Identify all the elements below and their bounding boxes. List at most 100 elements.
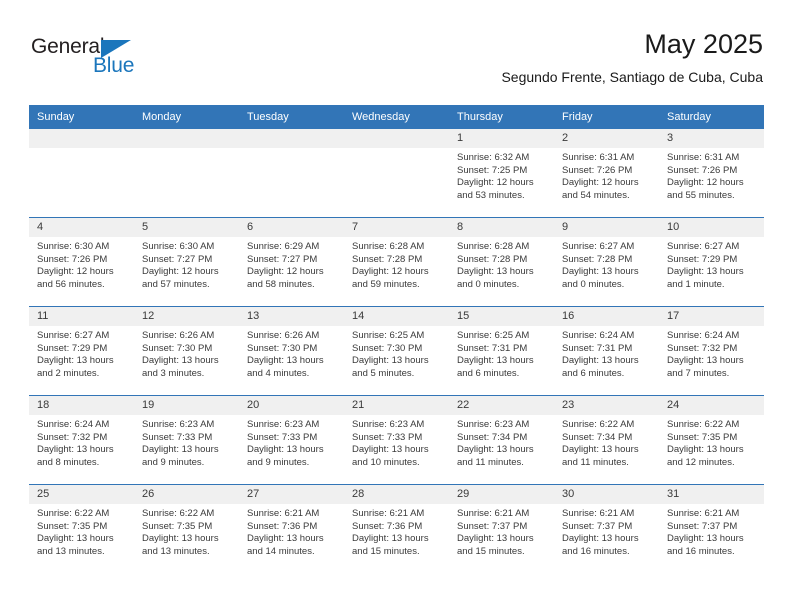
- day-cell[interactable]: 25 Sunrise: 6:22 AM Sunset: 7:35 PM Dayl…: [29, 484, 134, 573]
- weekday-header-thursday: Thursday: [449, 105, 554, 129]
- day-number: 2: [554, 129, 659, 148]
- sunset-text: Sunset: 7:32 PM: [37, 431, 108, 443]
- sunrise-text: Sunrise: 6:30 AM: [37, 241, 110, 252]
- sunset-text: Sunset: 7:37 PM: [457, 520, 528, 532]
- daylight-text-line1: Daylight: 13 hours: [667, 533, 744, 545]
- day-cell[interactable]: 28 Sunrise: 6:21 AM Sunset: 7:36 PM Dayl…: [344, 484, 449, 573]
- day-cell[interactable]: [29, 129, 134, 218]
- sunrise-text: Sunrise: 6:22 AM: [37, 508, 110, 519]
- sunset-text: Sunset: 7:35 PM: [37, 520, 108, 532]
- daylight-text-line1: Daylight: 13 hours: [37, 355, 114, 367]
- daylight-text-line1: Daylight: 13 hours: [562, 355, 639, 367]
- day-cell[interactable]: 21 Sunrise: 6:23 AM Sunset: 7:33 PM Dayl…: [344, 395, 449, 485]
- day-cell[interactable]: 18 Sunrise: 6:24 AM Sunset: 7:32 PM Dayl…: [29, 395, 134, 485]
- sunrise-text: Sunrise: 6:26 AM: [247, 330, 320, 341]
- sunset-text: Sunset: 7:30 PM: [142, 342, 213, 354]
- day-cell[interactable]: [134, 129, 239, 218]
- day-cell[interactable]: 29 Sunrise: 6:21 AM Sunset: 7:37 PM Dayl…: [449, 484, 554, 573]
- day-number: 17: [659, 307, 764, 326]
- sunrise-text: Sunrise: 6:24 AM: [667, 330, 740, 341]
- daylight-text-line2: and 57 minutes.: [142, 278, 210, 290]
- day-cell[interactable]: 11 Sunrise: 6:27 AM Sunset: 7:29 PM Dayl…: [29, 306, 134, 396]
- sunrise-text: Sunrise: 6:21 AM: [667, 508, 740, 519]
- sunrise-text: Sunrise: 6:23 AM: [247, 419, 320, 430]
- day-number: 23: [554, 396, 659, 415]
- calendar-page: General Blue May 2025 Segundo Frente, Sa…: [0, 0, 792, 612]
- day-info: Sunrise: 6:26 AM Sunset: 7:30 PM Dayligh…: [239, 326, 344, 380]
- day-cell[interactable]: 17 Sunrise: 6:24 AM Sunset: 7:32 PM Dayl…: [659, 306, 764, 396]
- daylight-text-line2: and 5 minutes.: [352, 367, 415, 379]
- day-cell[interactable]: [239, 129, 344, 218]
- day-cell[interactable]: 8 Sunrise: 6:28 AM Sunset: 7:28 PM Dayli…: [449, 217, 554, 307]
- day-cell[interactable]: 24 Sunrise: 6:22 AM Sunset: 7:35 PM Dayl…: [659, 395, 764, 485]
- page-subtitle: Segundo Frente, Santiago de Cuba, Cuba: [501, 69, 763, 85]
- title-block: May 2025 Segundo Frente, Santiago de Cub…: [501, 28, 763, 86]
- day-cell[interactable]: 27 Sunrise: 6:21 AM Sunset: 7:36 PM Dayl…: [239, 484, 344, 573]
- day-cell[interactable]: 19 Sunrise: 6:23 AM Sunset: 7:33 PM Dayl…: [134, 395, 239, 485]
- day-cell[interactable]: 4 Sunrise: 6:30 AM Sunset: 7:26 PM Dayli…: [29, 217, 134, 307]
- day-cell[interactable]: 10 Sunrise: 6:27 AM Sunset: 7:29 PM Dayl…: [659, 217, 764, 307]
- daylight-text-line2: and 6 minutes.: [457, 367, 520, 379]
- sunset-text: Sunset: 7:25 PM: [457, 164, 528, 176]
- sunrise-text: Sunrise: 6:28 AM: [457, 241, 530, 252]
- day-cell[interactable]: 23 Sunrise: 6:22 AM Sunset: 7:34 PM Dayl…: [554, 395, 659, 485]
- daylight-text-line2: and 2 minutes.: [37, 367, 100, 379]
- day-cell[interactable]: 16 Sunrise: 6:24 AM Sunset: 7:31 PM Dayl…: [554, 306, 659, 396]
- daylight-text-line2: and 9 minutes.: [247, 456, 310, 468]
- general-blue-logo[interactable]: General Blue: [31, 36, 191, 84]
- day-info: Sunrise: 6:28 AM Sunset: 7:28 PM Dayligh…: [344, 237, 449, 291]
- day-cell[interactable]: 13 Sunrise: 6:26 AM Sunset: 7:30 PM Dayl…: [239, 306, 344, 396]
- daylight-text-line1: Daylight: 13 hours: [562, 444, 639, 456]
- sunset-text: Sunset: 7:26 PM: [37, 253, 108, 265]
- day-number: 29: [449, 485, 554, 504]
- day-cell[interactable]: 6 Sunrise: 6:29 AM Sunset: 7:27 PM Dayli…: [239, 217, 344, 307]
- logo-text-blue: Blue: [93, 54, 135, 77]
- sunset-text: Sunset: 7:28 PM: [352, 253, 423, 265]
- calendar-week-row: 4 Sunrise: 6:30 AM Sunset: 7:26 PM Dayli…: [29, 217, 764, 307]
- sunset-text: Sunset: 7:34 PM: [457, 431, 528, 443]
- weekday-header-wednesday: Wednesday: [344, 105, 449, 129]
- day-cell[interactable]: 30 Sunrise: 6:21 AM Sunset: 7:37 PM Dayl…: [554, 484, 659, 573]
- daylight-text-line2: and 56 minutes.: [37, 278, 105, 290]
- daylight-text-line2: and 16 minutes.: [667, 545, 735, 557]
- sunset-text: Sunset: 7:27 PM: [142, 253, 213, 265]
- day-cell[interactable]: [344, 129, 449, 218]
- day-number: 22: [449, 396, 554, 415]
- day-cell[interactable]: 5 Sunrise: 6:30 AM Sunset: 7:27 PM Dayli…: [134, 217, 239, 307]
- sunrise-text: Sunrise: 6:32 AM: [457, 152, 530, 163]
- daylight-text-line1: Daylight: 13 hours: [457, 266, 534, 278]
- daylight-text-line2: and 10 minutes.: [352, 456, 420, 468]
- daylight-text-line1: Daylight: 13 hours: [352, 444, 429, 456]
- day-cell[interactable]: 7 Sunrise: 6:28 AM Sunset: 7:28 PM Dayli…: [344, 217, 449, 307]
- daylight-text-line2: and 13 minutes.: [142, 545, 210, 557]
- sunrise-text: Sunrise: 6:27 AM: [562, 241, 635, 252]
- daylight-text-line1: Daylight: 12 hours: [247, 266, 324, 278]
- sunrise-text: Sunrise: 6:31 AM: [667, 152, 740, 163]
- day-info: Sunrise: 6:30 AM Sunset: 7:27 PM Dayligh…: [134, 237, 239, 291]
- day-cell[interactable]: 22 Sunrise: 6:23 AM Sunset: 7:34 PM Dayl…: [449, 395, 554, 485]
- daylight-text-line1: Daylight: 13 hours: [247, 444, 324, 456]
- daylight-text-line1: Daylight: 13 hours: [142, 533, 219, 545]
- day-number: 3: [659, 129, 764, 148]
- day-number: 20: [239, 396, 344, 415]
- day-cell[interactable]: 1 Sunrise: 6:32 AM Sunset: 7:25 PM Dayli…: [449, 129, 554, 218]
- daylight-text-line2: and 13 minutes.: [37, 545, 105, 557]
- day-cell[interactable]: 12 Sunrise: 6:26 AM Sunset: 7:30 PM Dayl…: [134, 306, 239, 396]
- sunset-text: Sunset: 7:28 PM: [562, 253, 633, 265]
- day-cell[interactable]: 15 Sunrise: 6:25 AM Sunset: 7:31 PM Dayl…: [449, 306, 554, 396]
- day-cell[interactable]: 31 Sunrise: 6:21 AM Sunset: 7:37 PM Dayl…: [659, 484, 764, 573]
- sunrise-text: Sunrise: 6:21 AM: [352, 508, 425, 519]
- day-cell[interactable]: 20 Sunrise: 6:23 AM Sunset: 7:33 PM Dayl…: [239, 395, 344, 485]
- day-cell[interactable]: 26 Sunrise: 6:22 AM Sunset: 7:35 PM Dayl…: [134, 484, 239, 573]
- sunrise-text: Sunrise: 6:25 AM: [457, 330, 530, 341]
- day-info: Sunrise: 6:23 AM Sunset: 7:33 PM Dayligh…: [239, 415, 344, 469]
- daylight-text-line2: and 15 minutes.: [352, 545, 420, 557]
- day-cell[interactable]: 9 Sunrise: 6:27 AM Sunset: 7:28 PM Dayli…: [554, 217, 659, 307]
- day-info: Sunrise: 6:27 AM Sunset: 7:29 PM Dayligh…: [29, 326, 134, 380]
- weekday-header-tuesday: Tuesday: [239, 105, 344, 129]
- day-cell[interactable]: 3 Sunrise: 6:31 AM Sunset: 7:26 PM Dayli…: [659, 129, 764, 218]
- day-cell[interactable]: 14 Sunrise: 6:25 AM Sunset: 7:30 PM Dayl…: [344, 306, 449, 396]
- sunset-text: Sunset: 7:31 PM: [562, 342, 633, 354]
- sunset-text: Sunset: 7:33 PM: [142, 431, 213, 443]
- day-cell[interactable]: 2 Sunrise: 6:31 AM Sunset: 7:26 PM Dayli…: [554, 129, 659, 218]
